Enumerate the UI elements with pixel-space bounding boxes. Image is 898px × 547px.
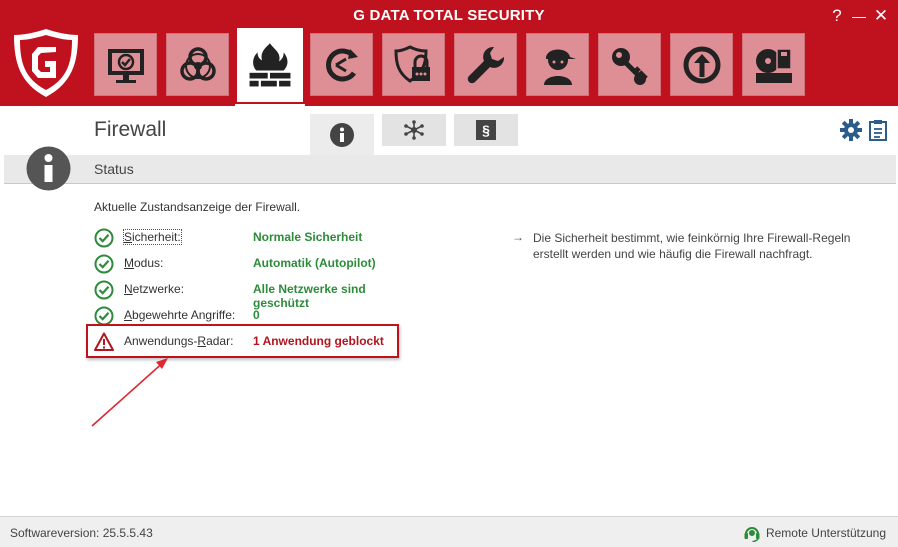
child-icon (543, 49, 576, 85)
remote-support-label: Remote Unterstützung (765, 526, 886, 540)
network-icon (404, 120, 424, 140)
check-circle-icon (94, 280, 114, 300)
biohazard-icon (179, 46, 216, 81)
device-control-icon (755, 47, 792, 83)
warning-triangle-icon (94, 332, 114, 351)
tab-regelsaetze[interactable] (382, 114, 446, 146)
status-heading: Status (94, 161, 134, 177)
page-title: Firewall (94, 118, 167, 141)
app-title: G DATA TOTAL SECURITY (353, 7, 545, 24)
angriffe-label[interactable]: Abgewehrte Angriffe: (124, 308, 235, 322)
modus-value[interactable]: Automatik (Autopilot) (253, 256, 376, 270)
sicherheit-label[interactable]: Sicherheit: (123, 229, 182, 245)
status-row-netzwerke: Netzwerke: Alle Netzwerke sind geschützt (94, 279, 404, 310)
help-arrow-icon: → (512, 230, 524, 244)
minimize-button[interactable]: — (848, 4, 870, 28)
module-virenschutz[interactable] (166, 33, 229, 96)
check-circle-icon (94, 306, 114, 326)
module-autostart-manager[interactable] (670, 33, 733, 96)
info-icon (330, 123, 354, 147)
status-row-sicherheit: Sicherheit: Normale Sicherheit (94, 227, 404, 249)
remote-support-link[interactable]: Remote Unterstützung (743, 524, 886, 542)
help-text: Die Sicherheit bestimmt, wie feinkörnig … (533, 231, 851, 261)
module-tuner[interactable] (454, 33, 517, 96)
clipboard-icon[interactable] (868, 119, 888, 141)
anwendungs-radar-value[interactable]: 1 Anwendung geblockt (253, 334, 384, 348)
status-row-modus: Modus: Automatik (Autopilot) (94, 253, 404, 275)
active-module-frame (235, 26, 305, 104)
paragraph-icon: § (476, 120, 496, 140)
module-kindersicherung[interactable] (526, 33, 589, 96)
gdata-logo-icon (14, 29, 78, 97)
status-intro-text: Aktuelle Zustandsanzeige der Firewall. (94, 200, 301, 214)
module-firewall[interactable] (235, 26, 305, 106)
gear-icon[interactable] (840, 119, 862, 141)
netzwerke-label[interactable]: Netzwerke: (124, 282, 184, 296)
power-up-icon (683, 46, 720, 83)
module-sicherheitscenter[interactable] (94, 33, 157, 96)
annotation-arrow (91, 358, 168, 427)
tab-einstellungen[interactable]: § (454, 114, 518, 146)
module-verschluesselung[interactable] (598, 33, 661, 96)
close-button[interactable]: ✕ (870, 4, 892, 28)
backup-icon (325, 48, 358, 81)
sicherheit-value[interactable]: Normale Sicherheit (253, 230, 362, 244)
software-version: Softwareversion: 25.5.5.43 (10, 526, 153, 540)
module-passwort-manager[interactable] (382, 33, 445, 96)
shield-lock-icon (393, 44, 430, 83)
anwendungs-radar-label[interactable]: Anwendungs-Radar: (124, 334, 233, 348)
modus-label[interactable]: Modus: (124, 256, 163, 270)
angriffe-value[interactable]: 0 (253, 308, 260, 322)
tab-info[interactable] (310, 114, 374, 156)
status-info-icon (26, 146, 71, 191)
key-icon (611, 47, 648, 85)
help-button[interactable]: ? (826, 4, 848, 28)
status-section-header (4, 155, 896, 184)
check-circle-icon (94, 228, 114, 248)
check-circle-icon (94, 254, 114, 274)
module-backup[interactable] (310, 33, 373, 96)
headset-icon (744, 527, 760, 542)
wrench-icon (467, 46, 504, 83)
window-controls: ? — ✕ (826, 4, 892, 28)
module-geraetekontrolle[interactable] (742, 33, 805, 96)
monitor-check-icon (107, 48, 144, 83)
